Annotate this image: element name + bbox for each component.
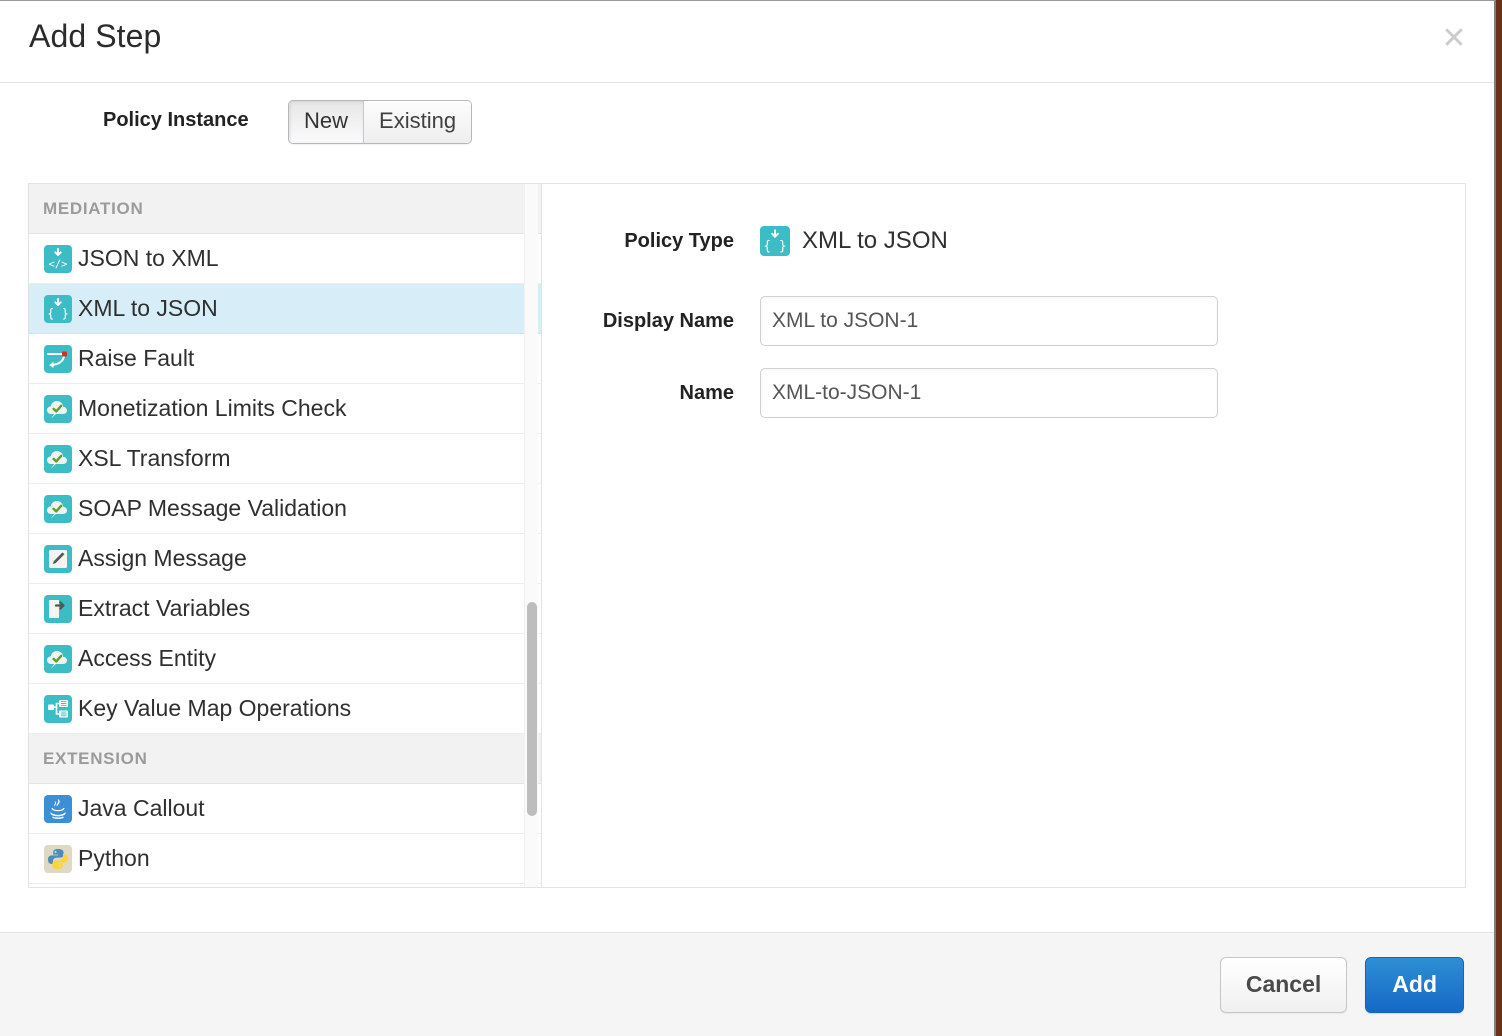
policy-list-item-label: Extract Variables <box>78 595 250 622</box>
close-icon[interactable]: ✕ <box>1438 23 1470 55</box>
name-label: Name <box>542 382 760 405</box>
scrollbar-thumb[interactable] <box>527 602 537 816</box>
policy-type-value: { } XML to JSON <box>760 226 948 256</box>
svg-text:{ }: { } <box>763 239 786 254</box>
cancel-button[interactable]: Cancel <box>1220 957 1347 1013</box>
policy-list-item-label: Key Value Map Operations <box>78 695 351 722</box>
dialog-header: Add Step ✕ <box>0 1 1494 83</box>
policy-list-item[interactable]: Extract Variables <box>29 584 541 634</box>
dialog-panels: MEDIATION </> JSON to XML { } XML to JSON Rai… <box>28 183 1466 888</box>
add-button[interactable]: Add <box>1365 957 1464 1013</box>
json-to-xml-icon: </> <box>44 245 72 273</box>
policy-list-item[interactable]: SOAP Message Validation <box>29 484 541 534</box>
policy-form-panel: Policy Type { } XML to JSON Display Name… <box>542 184 1465 887</box>
name-row: Name <box>542 368 1218 418</box>
policy-list-item-label: JSON to XML <box>78 245 219 272</box>
policy-instance-option-new[interactable]: New <box>289 101 363 143</box>
xml-to-json-icon: { } <box>760 226 790 256</box>
policy-list-item[interactable]: Raise Fault <box>29 334 541 384</box>
policy-list-item-label: XSL Transform <box>78 445 231 472</box>
policy-instance-row: Policy Instance New Existing <box>0 83 1494 183</box>
python-icon <box>44 845 72 873</box>
policy-instance-toggle[interactable]: New Existing <box>288 100 472 144</box>
extract-variables-icon <box>44 595 72 623</box>
policy-list-item-label: SOAP Message Validation <box>78 495 347 522</box>
dialog-footer: Cancel Add <box>0 932 1494 1036</box>
cloud-check-icon <box>44 395 72 423</box>
policy-list-item[interactable]: Key Value Map Operations <box>29 684 541 734</box>
key-value-map-icon <box>44 695 72 723</box>
cloud-check-icon <box>44 445 72 473</box>
cloud-check-icon <box>44 645 72 673</box>
display-name-label: Display Name <box>542 310 760 333</box>
display-name-input[interactable] <box>760 296 1218 346</box>
svg-text:</>: </> <box>49 258 68 270</box>
policy-list-item-label: Access Entity <box>78 645 216 672</box>
raise-fault-icon <box>44 345 72 373</box>
name-input[interactable] <box>760 368 1218 418</box>
page-title: Add Step <box>29 18 161 55</box>
assign-message-icon <box>44 545 72 573</box>
policy-list: MEDIATION </> JSON to XML { } XML to JSON Rai… <box>29 184 541 884</box>
policy-list-item[interactable]: Access Entity <box>29 634 541 684</box>
policy-list-item-label: Monetization Limits Check <box>78 395 346 422</box>
policy-list-item[interactable]: Python <box>29 834 541 884</box>
policy-list-item-label: Assign Message <box>78 545 247 572</box>
add-step-dialog: Add Step ✕ Policy Instance New Existing … <box>0 0 1496 1036</box>
policy-type-row: Policy Type { } XML to JSON <box>542 226 948 256</box>
policy-list-item-label: XML to JSON <box>78 295 218 322</box>
policy-list-item[interactable]: </> JSON to XML <box>29 234 541 284</box>
policy-type-text: XML to JSON <box>802 227 948 255</box>
policy-type-label: Policy Type <box>542 230 760 253</box>
policy-instance-label: Policy Instance <box>103 109 249 132</box>
java-icon <box>44 795 72 823</box>
policy-list-item-label: Java Callout <box>78 795 205 822</box>
svg-text:{ }: { } <box>47 306 69 320</box>
policy-list-item[interactable]: Monetization Limits Check <box>29 384 541 434</box>
dialog-body: MEDIATION </> JSON to XML { } XML to JSON Rai… <box>0 183 1494 932</box>
policy-list-item[interactable]: Assign Message <box>29 534 541 584</box>
cloud-check-icon <box>44 495 72 523</box>
policy-list-panel: MEDIATION </> JSON to XML { } XML to JSON Rai… <box>29 184 542 887</box>
policy-group-header: MEDIATION <box>29 184 541 234</box>
policy-list-item[interactable]: Java Callout <box>29 784 541 834</box>
policy-instance-option-existing[interactable]: Existing <box>363 101 471 143</box>
policy-list-scrollbar[interactable] <box>524 184 538 887</box>
policy-list-item-label: Raise Fault <box>78 345 194 372</box>
xml-to-json-icon: { } <box>44 295 72 323</box>
policy-list-item[interactable]: { } XML to JSON <box>29 284 541 334</box>
policy-list-item[interactable]: XSL Transform <box>29 434 541 484</box>
display-name-row: Display Name <box>542 296 1218 346</box>
policy-group-header: EXTENSION <box>29 734 541 784</box>
policy-list-item-label: Python <box>78 845 150 872</box>
